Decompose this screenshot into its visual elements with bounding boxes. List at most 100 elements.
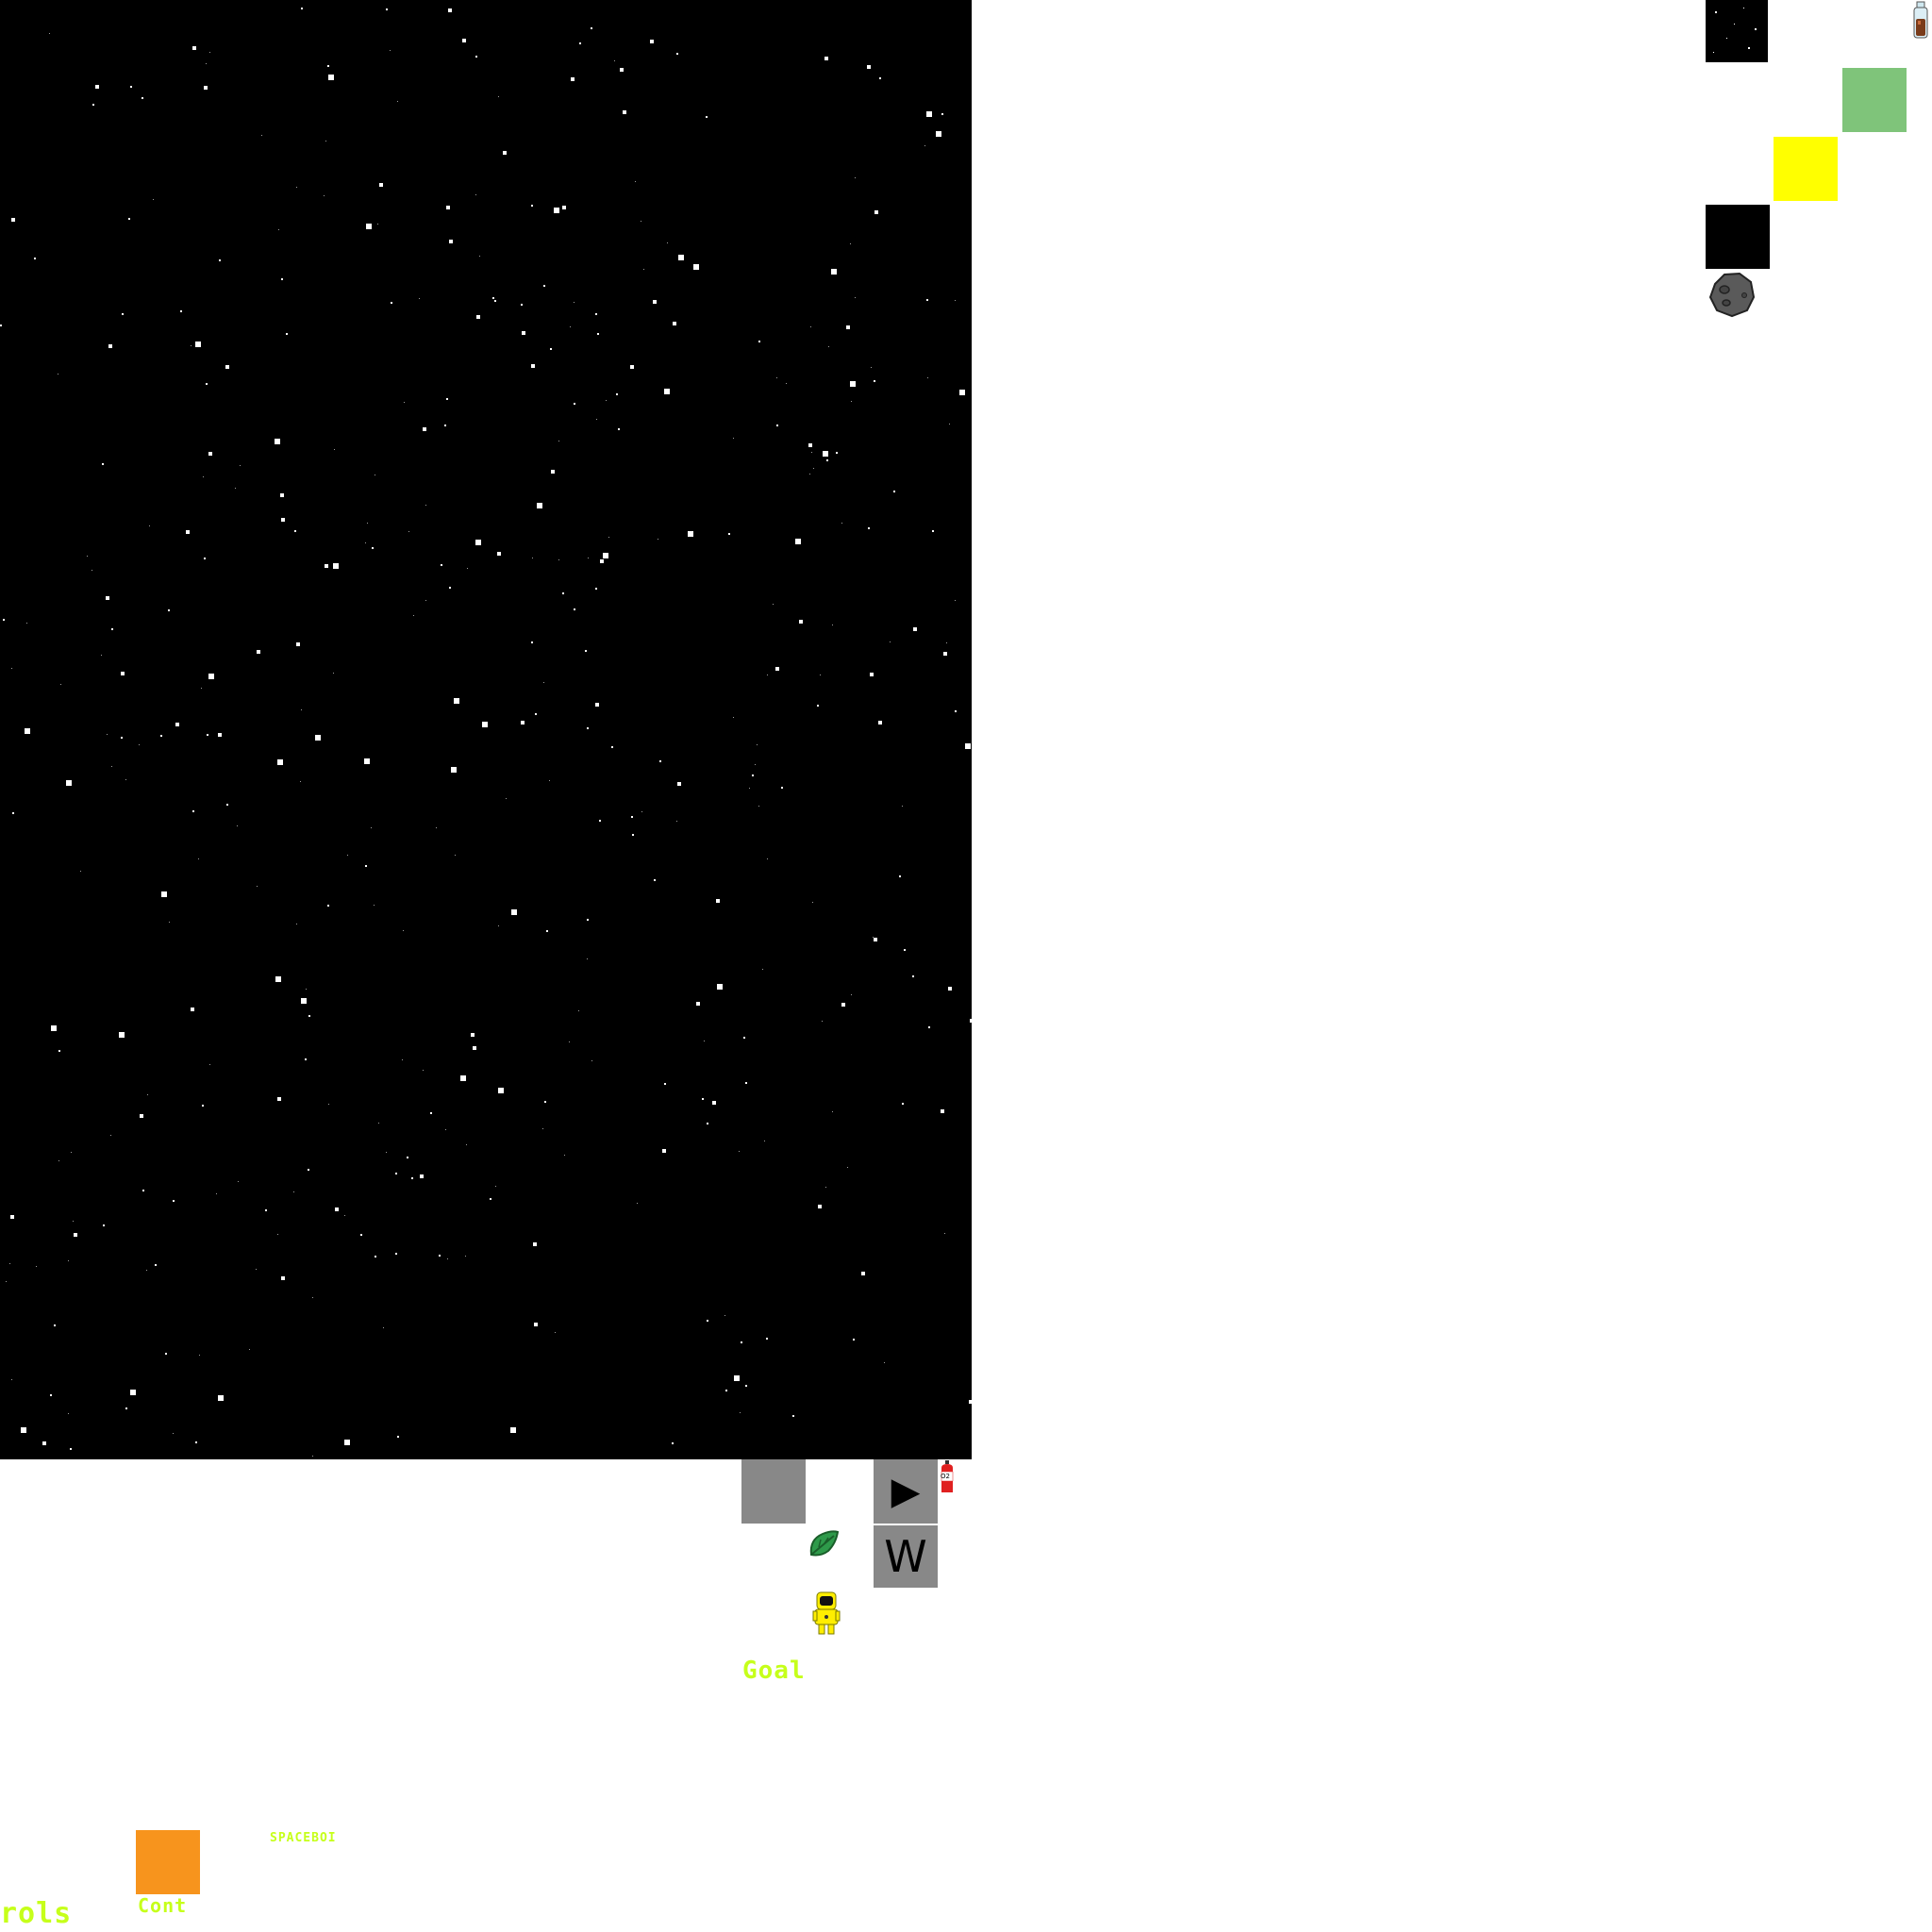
star xyxy=(218,733,222,737)
star xyxy=(308,1015,310,1017)
star xyxy=(420,1174,424,1178)
star xyxy=(155,1264,157,1266)
star xyxy=(758,341,760,342)
star xyxy=(300,781,301,782)
star xyxy=(879,77,881,79)
star xyxy=(733,717,734,718)
star xyxy=(374,905,375,906)
star xyxy=(281,1276,285,1280)
star xyxy=(473,1046,476,1050)
star xyxy=(208,674,214,679)
star xyxy=(932,530,934,532)
blank-button[interactable] xyxy=(741,1459,806,1524)
star xyxy=(397,1436,399,1438)
w-key-button[interactable]: W xyxy=(874,1525,938,1588)
star xyxy=(749,788,750,789)
star xyxy=(347,855,348,856)
star xyxy=(237,825,238,826)
star xyxy=(546,930,548,932)
star xyxy=(122,313,124,315)
star xyxy=(42,1441,46,1445)
star xyxy=(846,325,850,329)
star xyxy=(333,673,334,674)
star xyxy=(449,240,453,243)
star xyxy=(423,427,426,431)
star xyxy=(425,600,426,601)
star xyxy=(533,1242,537,1246)
star xyxy=(365,542,366,543)
orange-tile xyxy=(136,1830,200,1894)
star xyxy=(597,333,599,335)
star xyxy=(571,77,575,81)
star xyxy=(366,224,372,229)
star xyxy=(688,531,693,537)
star xyxy=(618,428,620,430)
astronaut-icon[interactable] xyxy=(811,1591,841,1636)
star xyxy=(475,56,477,58)
starfield-play-area[interactable] xyxy=(0,0,972,1459)
star xyxy=(92,104,94,106)
play-button[interactable]: ▶ xyxy=(874,1459,938,1524)
star xyxy=(659,760,661,762)
star xyxy=(475,540,481,545)
star xyxy=(766,1338,768,1340)
star xyxy=(327,65,329,67)
star xyxy=(397,101,398,102)
star xyxy=(180,310,182,312)
star xyxy=(641,811,642,812)
star xyxy=(635,181,636,182)
star xyxy=(58,1050,60,1052)
star xyxy=(743,1037,745,1039)
star xyxy=(890,641,891,642)
star xyxy=(60,684,61,685)
star xyxy=(192,810,194,812)
star xyxy=(928,1026,930,1028)
star xyxy=(445,1129,446,1130)
star xyxy=(946,642,947,643)
star xyxy=(216,1193,217,1194)
star xyxy=(941,1109,944,1113)
star xyxy=(365,865,367,867)
w-key-label: W xyxy=(884,1531,927,1582)
star xyxy=(306,989,307,990)
star xyxy=(853,1339,855,1341)
star xyxy=(944,1233,945,1234)
star xyxy=(564,1155,565,1156)
star xyxy=(927,377,928,378)
star xyxy=(551,470,555,474)
star xyxy=(475,194,476,195)
star xyxy=(280,493,284,497)
star xyxy=(836,452,838,454)
star xyxy=(460,1075,466,1081)
star xyxy=(395,1253,397,1255)
star xyxy=(904,949,906,951)
star xyxy=(841,1003,845,1007)
star xyxy=(256,1269,257,1270)
star xyxy=(402,1059,403,1060)
star xyxy=(219,259,221,261)
star xyxy=(841,523,842,524)
star xyxy=(34,258,36,259)
star xyxy=(913,627,917,631)
star xyxy=(955,300,956,301)
star xyxy=(492,297,494,299)
star xyxy=(277,759,283,765)
star xyxy=(0,325,2,326)
star xyxy=(676,821,677,822)
star xyxy=(11,218,15,222)
star xyxy=(498,925,499,926)
star xyxy=(867,65,871,69)
star xyxy=(948,987,952,991)
star xyxy=(308,1169,309,1171)
star xyxy=(543,285,545,287)
leaf-icon xyxy=(808,1528,840,1558)
star xyxy=(395,1173,397,1174)
star xyxy=(465,1256,466,1257)
star xyxy=(173,1433,174,1434)
star xyxy=(238,1181,239,1182)
star xyxy=(550,348,552,350)
star xyxy=(850,243,851,244)
star xyxy=(855,177,856,178)
star xyxy=(549,780,550,781)
star xyxy=(360,1234,362,1236)
